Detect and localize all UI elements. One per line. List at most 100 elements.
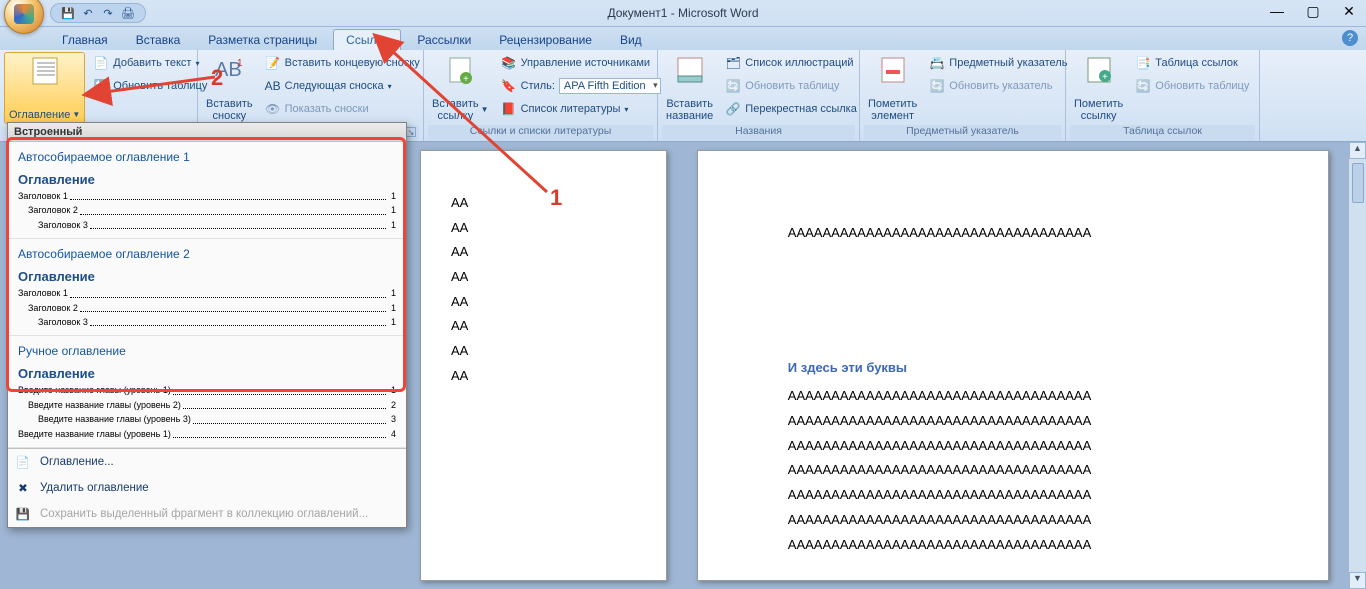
group-label-captions: Названия <box>662 125 855 141</box>
group-citations: + Вставить ссылку▼ 📚Управление источника… <box>424 50 658 141</box>
tab-mailings[interactable]: Рассылки <box>405 30 483 50</box>
chevron-down-icon: ▼ <box>481 106 489 115</box>
insert-index-button[interactable]: 📇Предметный указатель <box>925 52 1071 74</box>
qat: 💾 ↶ ↷ 🖨 <box>50 3 146 23</box>
heading-2: И здесь эти буквы <box>788 356 1238 381</box>
tab-references[interactable]: Ссылки <box>333 29 401 50</box>
mark-icon <box>877 54 909 86</box>
citation-icon: + <box>444 54 476 86</box>
qat-print[interactable]: 🖨 <box>121 6 135 20</box>
group-index: Пометить элемент 📇 Предметный указатель 🔄… <box>860 50 1066 141</box>
tab-layout[interactable]: Разметка страницы <box>196 30 329 50</box>
group-label-index: Предметный указатель <box>864 125 1061 141</box>
mark-cite-icon: + <box>1083 54 1115 86</box>
update-toc-button[interactable]: 🔄Обновить таблицу <box>89 75 211 97</box>
xref-icon: 🔗 <box>725 101 741 117</box>
para: АА <box>451 265 636 290</box>
para: ААААААААААААААААААААААААААААААААААА <box>788 384 1238 409</box>
bibliography-button[interactable]: 📕Список литературы▾ <box>497 98 665 120</box>
para: ААААААААААААААААААААААААААААААААААА <box>788 221 1238 246</box>
maximize-button[interactable]: ▢ <box>1304 3 1322 20</box>
remove-toc-menu[interactable]: ✖Удалить оглавление <box>8 475 406 501</box>
preview-row: Введите название главы (уровень 3)3 <box>18 412 396 426</box>
chevron-down-icon: ▾ <box>624 105 628 114</box>
qat-save[interactable]: 💾 <box>61 6 75 20</box>
scroll-up-icon[interactable]: ▲ <box>1349 142 1366 159</box>
para: АА <box>451 290 636 315</box>
add-text-icon: 📄 <box>93 55 109 71</box>
qat-redo[interactable]: ↷ <box>101 6 115 20</box>
style-select[interactable]: APA Fifth Edition <box>559 78 661 94</box>
toc-button[interactable]: Оглавление▼ <box>4 52 85 124</box>
page-1-partial[interactable]: АА АА АА АА АА АА АА АА <box>420 150 667 581</box>
chevron-down-icon: ▼ <box>72 111 80 120</box>
remove-icon: ✖ <box>14 479 32 497</box>
para: ААААААААААААААААААААААААААААААААААА <box>788 483 1238 508</box>
show-icon: 👁 <box>265 101 281 117</box>
window-controls: — ▢ ✕ <box>1268 3 1358 20</box>
update-toa-button: 🔄Обновить таблицу <box>1131 75 1253 97</box>
annotation-1: 1 <box>550 185 562 211</box>
add-text-button[interactable]: 📄Добавить текст▾ <box>89 52 211 74</box>
endnote-icon: 📝 <box>265 55 281 71</box>
para: АА <box>451 339 636 364</box>
tab-view[interactable]: Вид <box>608 30 654 50</box>
para: АА <box>451 216 636 241</box>
mark-citation-button[interactable]: + Пометить ссылку <box>1070 52 1127 124</box>
titlebar: 💾 ↶ ↷ 🖨 Документ1 - Microsoft Word — ▢ ✕ <box>0 0 1366 27</box>
mark-label: Пометить элемент <box>868 98 917 122</box>
update-icon: 🔄 <box>929 78 945 94</box>
toc-custom-icon: 📄 <box>14 453 32 471</box>
next-footnote-button[interactable]: ABСледующая сноска▾ <box>261 75 424 97</box>
scroll-thumb[interactable] <box>1352 163 1364 203</box>
insert-citation-button[interactable]: + Вставить ссылку▼ <box>428 52 493 124</box>
scroll-down-icon[interactable]: ▼ <box>1349 572 1366 589</box>
insert-endnote-button[interactable]: 📝Вставить концевую сноску <box>261 52 424 74</box>
mark-entry-button[interactable]: Пометить элемент <box>864 52 921 124</box>
preview-row: Введите название главы (уровень 2)2 <box>18 398 396 412</box>
tab-review[interactable]: Рецензирование <box>487 30 604 50</box>
custom-toc-menu[interactable]: 📄Оглавление... <box>8 449 406 475</box>
figlist-icon: 🗂 <box>725 55 741 71</box>
manage-icon: 📚 <box>501 55 517 71</box>
annotation-highlight-box <box>6 137 406 392</box>
footnote-label: Вставить сноску <box>206 98 253 122</box>
svg-text:+: + <box>1102 72 1108 83</box>
mark-cite-label: Пометить ссылку <box>1074 98 1123 122</box>
update-index-button: 🔄Обновить указатель <box>925 75 1071 97</box>
group-captions: Вставить название 🗂Список иллюстраций 🔄О… <box>658 50 860 141</box>
cross-reference-button[interactable]: 🔗Перекрестная ссылка <box>721 98 861 120</box>
caption-label: Вставить название <box>666 98 713 122</box>
biblio-icon: 📕 <box>501 101 517 117</box>
insert-caption-button[interactable]: Вставить название <box>662 52 717 124</box>
para: ААААААААААААААААААААААААААААААААААА <box>788 533 1238 558</box>
page-2[interactable]: ААААААААААААААААААААААААААААААААААА И зд… <box>697 150 1329 581</box>
close-button[interactable]: ✕ <box>1340 3 1358 20</box>
qat-undo[interactable]: ↶ <box>81 6 95 20</box>
minimize-button[interactable]: — <box>1268 3 1286 20</box>
update-icon: 🔄 <box>1135 78 1151 94</box>
vertical-scrollbar[interactable]: ▲ ▼ <box>1349 142 1366 589</box>
group-toa: + Пометить ссылку 📑Таблица ссылок 🔄Обнов… <box>1066 50 1260 141</box>
tab-insert[interactable]: Вставка <box>124 30 193 50</box>
annotation-2: 2 <box>211 65 223 91</box>
save-toc-menu: 💾Сохранить выделенный фрагмент в коллекц… <box>8 501 406 527</box>
window-title: Документ1 - Microsoft Word <box>607 6 758 20</box>
tab-home[interactable]: Главная <box>50 30 120 50</box>
preview-row: Введите название главы (уровень 1)4 <box>18 427 396 441</box>
toc-label: Оглавление <box>9 109 70 121</box>
style-label: Стиль: <box>521 80 555 92</box>
help-icon[interactable]: ? <box>1342 30 1358 46</box>
para: ААААААААААААААААААААААААААААААААААА <box>788 434 1238 459</box>
figure-list-button[interactable]: 🗂Список иллюстраций <box>721 52 861 74</box>
para: АА <box>451 364 636 389</box>
ribbon-tabs: Главная Вставка Разметка страницы Ссылки… <box>0 27 1366 50</box>
next-footnote-icon: AB <box>265 78 281 94</box>
dialog-launcher[interactable]: ↘ <box>406 127 416 137</box>
citation-style-row: 🔖 Стиль: APA Fifth Edition <box>497 75 665 97</box>
index-icon: 📇 <box>929 55 945 71</box>
citation-label: Вставить ссылку <box>432 98 479 122</box>
toa-icon: 📑 <box>1135 55 1151 71</box>
insert-toa-button[interactable]: 📑Таблица ссылок <box>1131 52 1253 74</box>
manage-sources-button[interactable]: 📚Управление источниками <box>497 52 665 74</box>
